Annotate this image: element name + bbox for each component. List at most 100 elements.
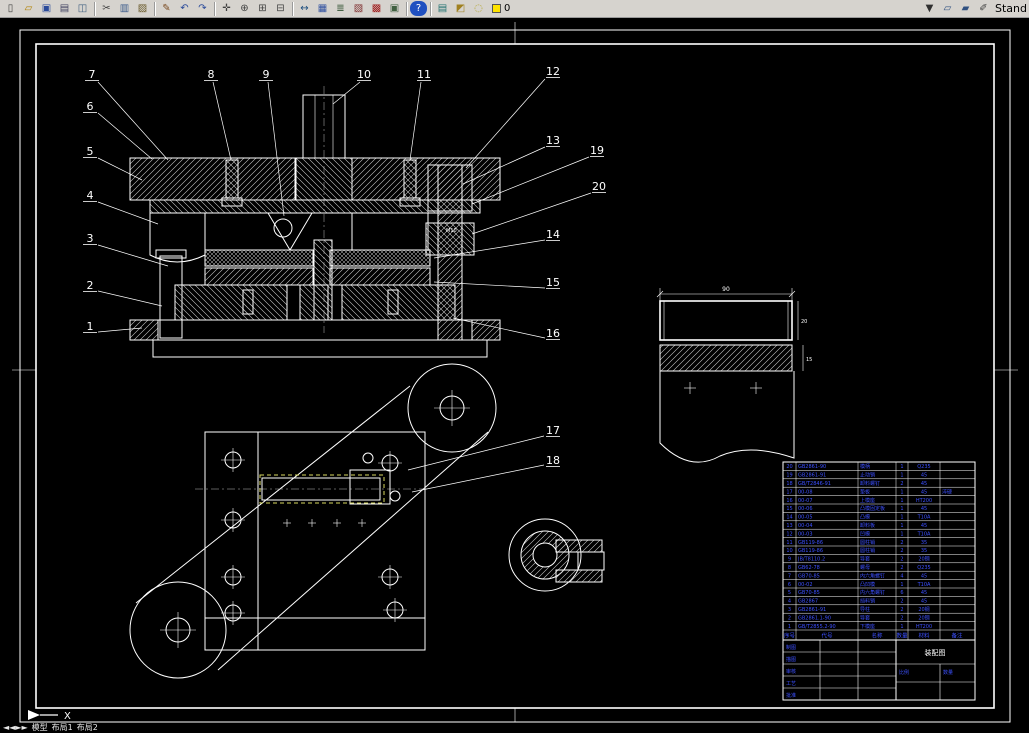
layer-control[interactable]: 0 [488,3,514,14]
plan-small-hole-marks [283,519,366,527]
fixing-plate-right [351,212,429,251]
parts-row-name: 止动销 [860,472,875,479]
publish-icon[interactable]: ◩ [452,1,469,16]
toolbar-overflow-chevron[interactable]: ▼ [921,1,938,16]
parts-header-cell: 序号 [784,631,796,639]
layer-name: 0 [504,3,511,14]
detail-top-plate [659,300,793,341]
sheet-set-icon[interactable]: ▤ [434,1,451,16]
open-icon[interactable]: ▱ [20,1,37,16]
parts-row-no: 19 [786,473,792,479]
toolbar-separator [214,1,215,16]
punch-flange [295,157,353,201]
redo-icon[interactable]: ↷ [194,1,211,16]
tab-layout1[interactable]: 布局1 [52,723,73,733]
title-row-drawn: 制图 [786,644,796,651]
part-callout-4: 4 [87,189,94,202]
parts-row-material: 45 [921,599,927,605]
parts-row-material: Q235 [917,565,930,571]
part-callout-2: 2 [87,279,94,292]
plot-style-icon[interactable]: ▰ [957,1,974,16]
ucs-x-axis-label: X [64,711,71,722]
callout-leader-line [465,78,546,169]
copy-icon[interactable]: ▥ [116,1,133,16]
parts-row-qty: 2 [900,540,903,546]
properties-icon[interactable]: ▧ [350,1,367,16]
parts-row-no: 6 [788,582,791,588]
parts-row-name: 圆柱销 [860,539,875,546]
parts-row-qty: 1 [900,582,903,588]
parts-row-code: GB2867 [798,599,818,605]
part-callout-5: 5 [87,145,94,158]
toolbar-separator [292,1,293,16]
new-icon[interactable]: ▯ [2,1,19,16]
parts-row-qty: 1 [900,506,903,512]
edit-pencil-icon[interactable]: ✐ [975,1,992,16]
named-views-icon[interactable]: ▣ [386,1,403,16]
parts-row-material: T10A [917,582,931,588]
die-insert-left-upper [204,249,314,267]
main-toolbar: ▯ ▱ ▣ ▤ ◫ ✂ ▥ ▨ ✎ ↶ ↷ ✛ ⊕ ⊞ ⊟ ↔ ▦ ≣ ▧ ▩ ▣? ▤ ◩ ◌ 0 ▼ ▱ ▰ ✐ Stand [0,0,1029,18]
lightbulb-icon[interactable]: ◌ [470,1,487,16]
parts-row-name: 上模座 [860,497,875,504]
layout-sheet-icon[interactable]: ▱ [939,1,956,16]
drawing-title: 装配图 [925,648,946,657]
parts-row-material: HT200 [916,624,932,630]
cut-icon[interactable]: ✂ [98,1,115,16]
layout-tab-bar: ◄◄►► 模型 布局1 布局2 [0,723,1029,733]
parts-row-name: 卸料螺钉 [860,480,880,487]
parts-row-no: 1 [788,624,791,630]
part-callout-1: 1 [87,320,94,333]
section-detail-view: 90 20 15 [656,286,812,463]
measure-icon[interactable]: ↔ [296,1,313,16]
parts-row-no: 15 [786,506,792,512]
print-icon[interactable]: ▤ [56,1,73,16]
qty-label: 数量 [943,669,953,676]
zoom-realtime-icon[interactable]: ⊕ [236,1,253,16]
detail-h1-dim: 20 [801,319,807,325]
zoom-previous-icon[interactable]: ⊟ [272,1,289,16]
callout-leader-line [212,81,232,161]
parts-row-qty: 2 [900,599,903,605]
part-callout-16: 16 [546,327,560,340]
toolbar-name-label: Stand [995,2,1027,15]
parts-row-material: Q235 [917,464,930,470]
parts-row-qty: 1 [900,464,903,470]
parts-row-no: 20 [786,464,792,470]
parts-row-name: 凹模 [860,530,870,537]
parts-row-qty: 6 [900,590,903,596]
tab-layout2[interactable]: 布局2 [77,723,98,733]
help-icon[interactable]: ? [410,1,427,16]
layers-icon[interactable]: ≣ [332,1,349,16]
drawing-canvas[interactable]: M10 90 20 15 7 8 9 10 11 12 6 5 4 3 2 1 … [0,18,1029,723]
detail-break-outline [659,371,795,463]
preview-icon[interactable]: ◫ [74,1,91,16]
part-callout-17: 17 [546,424,560,437]
undo-icon[interactable]: ↶ [176,1,193,16]
parts-row-no: 3 [788,607,791,613]
parts-row-qty: 1 [900,515,903,521]
thread-dim-label: M10 [446,228,457,234]
parts-row-material: 45 [921,473,927,479]
tab-scroll-buttons[interactable]: ◄◄►► [3,723,28,733]
paste-icon[interactable]: ▨ [134,1,151,16]
parts-row-code: GB2861-91 [798,473,826,479]
pan-icon[interactable]: ✛ [218,1,235,16]
detail-hatched-plate [659,344,793,372]
part-callout-18: 18 [546,454,560,467]
callout-leader-line [411,464,545,493]
zoom-window-icon[interactable]: ⊞ [254,1,271,16]
parts-row-qty: 4 [900,573,903,579]
parts-row-material: 20钢 [918,556,929,563]
parts-row-code: GB2861-91 [798,607,826,613]
part-callout-10: 10 [357,68,371,81]
callout-leader-line [97,201,159,225]
upper-die-plate-right [351,157,501,201]
tab-model[interactable]: 模型 [32,723,48,733]
block-icon[interactable]: ▩ [368,1,385,16]
parts-header-cell: 名称 [871,631,883,639]
match-properties-icon[interactable]: ✎ [158,1,175,16]
save-icon[interactable]: ▣ [38,1,55,16]
title-row-process: 工艺 [786,681,796,687]
table-icon[interactable]: ▦ [314,1,331,16]
